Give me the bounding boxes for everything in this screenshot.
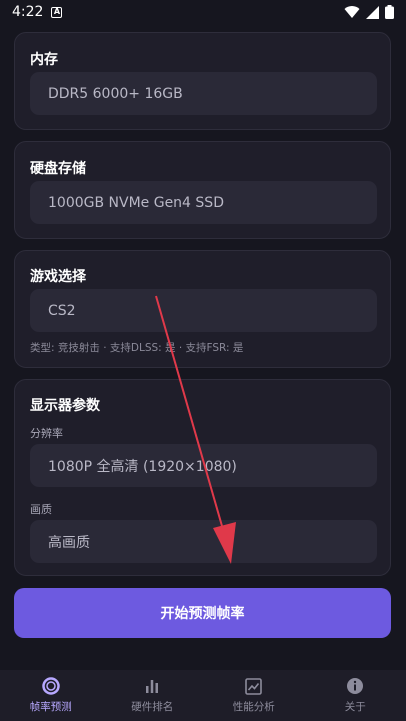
notification-badge-icon: A [51, 6, 63, 18]
nav-label-performance: 性能分析 [232, 701, 275, 713]
target-icon [42, 677, 60, 695]
nav-label-fps-predict: 帧率预测 [29, 701, 72, 713]
resolution-label: 分辨率 [30, 427, 63, 440]
game-meta-info: 类型: 竞技射击 · 支持DLSS: 是 · 支持FSR: 是 [30, 342, 244, 354]
bottom-nav: 帧率预测 硬件排名 性能分析 关于 [0, 670, 406, 721]
game-title: 游戏选择 [30, 269, 86, 285]
quality-select[interactable]: 高画质 [30, 520, 377, 563]
storage-title: 硬盘存储 [30, 161, 86, 177]
display-card: 显示器参数 分辨率 1080P 全高清 (1920×1080) 画质 高画质 [14, 379, 391, 576]
storage-card: 硬盘存储 1000GB NVMe Gen4 SSD [14, 141, 391, 239]
storage-select[interactable]: 1000GB NVMe Gen4 SSD [30, 181, 377, 224]
game-card: 游戏选择 CS2 类型: 竞技射击 · 支持DLSS: 是 · 支持FSR: 是 [14, 250, 391, 368]
nav-label-about: 关于 [344, 701, 366, 713]
start-predict-button[interactable]: 开始预测帧率 [14, 588, 391, 638]
battery-icon [385, 5, 394, 19]
app-screen: 4:22 A 内存 DDR5 6000+ 16GB 硬盘存储 1000GB NV… [0, 0, 406, 721]
info-icon [346, 677, 364, 695]
nav-label-hardware-rank: 硬件排名 [131, 701, 174, 713]
nav-item-performance[interactable]: 性能分析 [203, 670, 305, 721]
signal-icon [366, 5, 379, 19]
memory-card: 内存 DDR5 6000+ 16GB [14, 32, 391, 130]
memory-title: 内存 [30, 52, 58, 68]
bar-chart-icon [143, 677, 161, 695]
image-chart-icon [245, 677, 263, 695]
game-select[interactable]: CS2 [30, 289, 377, 332]
nav-item-hardware-rank[interactable]: 硬件排名 [102, 670, 204, 721]
status-time: 4:22 [12, 4, 44, 20]
quality-label: 画质 [30, 503, 52, 516]
display-title: 显示器参数 [30, 398, 100, 414]
resolution-select[interactable]: 1080P 全高清 (1920×1080) [30, 444, 377, 487]
nav-item-fps-predict[interactable]: 帧率预测 [0, 670, 102, 721]
memory-select[interactable]: DDR5 6000+ 16GB [30, 72, 377, 115]
status-bar: 4:22 A [0, 0, 406, 24]
wifi-icon [344, 6, 360, 19]
nav-item-about[interactable]: 关于 [305, 670, 406, 721]
